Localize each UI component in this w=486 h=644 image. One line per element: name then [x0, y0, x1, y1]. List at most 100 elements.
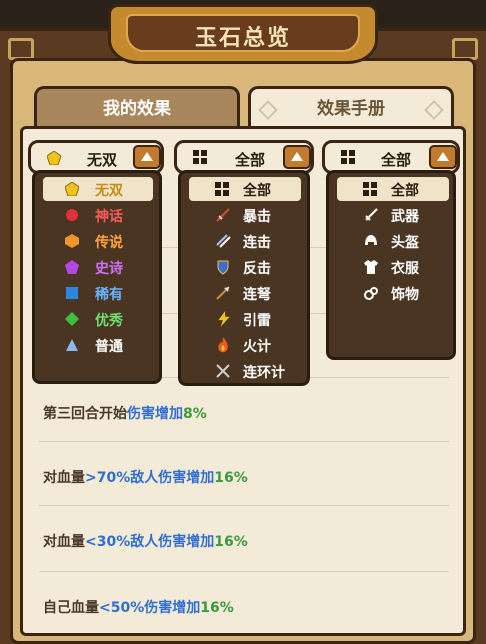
- equip-slot-option-label: 饰物: [391, 287, 419, 303]
- divider: [39, 505, 449, 506]
- effect-type-option-crit[interactable]: 暴击: [189, 203, 301, 227]
- frame-corner-ornament: [452, 38, 478, 60]
- chevron-up-icon[interactable]: [133, 145, 161, 169]
- effect-type-option-label: 连弩: [243, 287, 271, 303]
- equip-slot-option-label: 衣服: [391, 261, 419, 277]
- tab-my-effects[interactable]: 我的效果: [34, 86, 240, 130]
- chevron-up-icon[interactable]: [429, 145, 457, 169]
- effect-text: >70%敌人伤害增加: [85, 470, 215, 486]
- divider: [39, 441, 449, 442]
- gem-blue-icon: [66, 287, 78, 299]
- gem-green-icon: [65, 312, 79, 326]
- effect-text: 伤害增加: [127, 406, 183, 422]
- arrow-icon: [216, 286, 230, 300]
- tab-ornament-icon: [424, 100, 444, 120]
- effect-type-option-chain[interactable]: 连环计: [189, 359, 301, 383]
- effect-type-option-all[interactable]: 全部: [189, 177, 301, 201]
- equip-slot-option-label: 头盔: [391, 235, 419, 251]
- effect-value: 16%: [214, 470, 248, 486]
- divider: [39, 571, 449, 572]
- frame-corner-ornament: [8, 38, 34, 60]
- double-strike-icon: [216, 234, 231, 248]
- title-banner: 玉石总览: [108, 4, 378, 64]
- effect-value: 16%: [200, 600, 234, 616]
- rarity-option-wushuang[interactable]: 无双: [43, 177, 153, 201]
- effect-condition: 自己血量: [43, 600, 99, 616]
- effect-condition: 第三回合开始: [43, 406, 127, 422]
- tab-ornament-icon: [258, 100, 278, 120]
- ring-icon: [364, 287, 378, 300]
- rarity-option-label: 神话: [95, 209, 123, 225]
- equip-slot-filter-dropdown[interactable]: 全部: [322, 140, 460, 174]
- equip-slot-filter-menu: 全部 武器 头盔 衣服 饰物: [326, 170, 456, 360]
- list-item: 自己血量<50%伤害增加16%: [43, 597, 443, 617]
- effect-type-option-label: 火计: [243, 339, 271, 355]
- effect-type-option-thunder[interactable]: 引雷: [189, 307, 301, 331]
- rarity-option-youxiu[interactable]: 优秀: [43, 307, 153, 331]
- equip-slot-filter-selected: 全部: [381, 151, 412, 169]
- grid-icon: [193, 150, 207, 164]
- rarity-option-label: 稀有: [95, 287, 123, 303]
- rarity-option-label: 优秀: [95, 313, 123, 329]
- grid-icon: [363, 182, 377, 196]
- rarity-option-label: 普通: [95, 339, 123, 355]
- rarity-option-xiyou[interactable]: 稀有: [43, 281, 153, 305]
- effect-type-option-label: 连击: [243, 235, 271, 251]
- sword-icon: [365, 208, 378, 221]
- effect-type-option-crossbow[interactable]: 连弩: [189, 281, 301, 305]
- sword-crit-icon: [216, 208, 230, 222]
- equip-slot-option-weapon[interactable]: 武器: [337, 203, 449, 227]
- equip-slot-option-label: 全部: [391, 183, 419, 199]
- effect-type-filter-selected: 全部: [235, 151, 266, 169]
- tab-effect-manual[interactable]: 效果手册: [248, 86, 454, 130]
- equip-slot-option-all[interactable]: 全部: [337, 177, 449, 201]
- gem-purple-icon: [65, 260, 79, 274]
- effect-type-option-label: 全部: [243, 183, 271, 199]
- list-item: 对血量>70%敌人伤害增加16%: [43, 467, 443, 487]
- effect-type-option-counter[interactable]: 反击: [189, 255, 301, 279]
- equip-slot-option-accessory[interactable]: 饰物: [337, 281, 449, 305]
- effect-value: 16%: [214, 534, 248, 550]
- equip-slot-option-helmet[interactable]: 头盔: [337, 229, 449, 253]
- rarity-filter-selected: 无双: [87, 151, 118, 169]
- fire-icon: [218, 337, 228, 353]
- grid-icon: [341, 150, 355, 164]
- effect-text: <50%伤害增加: [99, 600, 201, 616]
- crossed-blades-icon: [216, 364, 230, 378]
- rarity-option-shishi[interactable]: 史诗: [43, 255, 153, 279]
- effect-type-option-label: 暴击: [243, 209, 271, 225]
- rarity-option-chuanshuo[interactable]: 传说: [43, 229, 153, 253]
- gem-yellow-icon: [65, 182, 79, 196]
- chevron-up-icon[interactable]: [283, 145, 311, 169]
- effect-type-option-fire[interactable]: 火计: [189, 333, 301, 357]
- rarity-option-label: 无双: [95, 183, 123, 199]
- equip-slot-option-label: 武器: [391, 209, 419, 225]
- tab-effect-manual-label: 效果手册: [317, 99, 385, 119]
- effect-type-option-label: 反击: [243, 261, 271, 277]
- list-item: 对血量<30%敌人伤害增加16%: [43, 531, 443, 551]
- rarity-filter-dropdown[interactable]: 无双: [28, 140, 164, 174]
- gem-red-icon: [66, 209, 78, 221]
- effect-value: 8%: [183, 406, 207, 422]
- effect-text: <30%敌人伤害增加: [85, 534, 215, 550]
- effect-type-option-label: 连环计: [243, 365, 285, 381]
- armor-icon: [364, 260, 378, 274]
- rarity-option-shenhua[interactable]: 神话: [43, 203, 153, 227]
- effect-type-filter-menu: 全部 暴击 连击 反击 连弩 引雷 火计 连环计: [178, 170, 310, 386]
- gem-white-icon: [66, 339, 78, 351]
- effect-condition: 对血量: [43, 470, 85, 486]
- gem-orange-icon: [65, 234, 79, 248]
- effect-condition: 对血量: [43, 534, 85, 550]
- page-title: 玉石总览: [194, 26, 291, 51]
- helmet-icon: [365, 235, 377, 245]
- rarity-option-label: 史诗: [95, 261, 123, 277]
- shield-counter-icon: [217, 260, 229, 275]
- effect-type-option-label: 引雷: [243, 313, 271, 329]
- rarity-option-putong[interactable]: 普通: [43, 333, 153, 357]
- equip-slot-option-armor[interactable]: 衣服: [337, 255, 449, 279]
- effect-type-option-combo[interactable]: 连击: [189, 229, 301, 253]
- effect-type-filter-dropdown[interactable]: 全部: [174, 140, 314, 174]
- grid-icon: [215, 182, 229, 196]
- list-item: 第三回合开始伤害增加8%: [43, 403, 443, 423]
- rarity-filter-menu: 无双 神话 传说 史诗 稀有 优秀 普通: [32, 170, 162, 384]
